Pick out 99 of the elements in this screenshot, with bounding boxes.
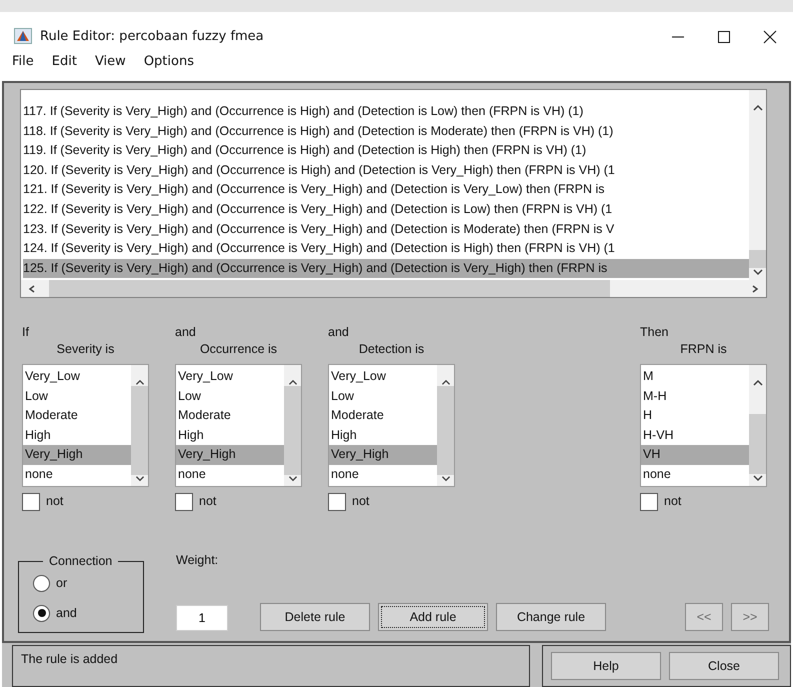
vertical-scrollbar[interactable] (749, 365, 766, 486)
not-checkbox[interactable] (175, 493, 193, 512)
connection-label: Connection (48, 554, 114, 568)
membership-option[interactable]: Very_High (329, 445, 437, 465)
close-icon[interactable] (763, 30, 777, 44)
scroll-down-icon[interactable] (440, 475, 450, 482)
radio-label: and (56, 606, 77, 620)
membership-option[interactable]: VH (641, 445, 749, 465)
scrollbar-thumb[interactable] (437, 386, 454, 476)
connector-label: If (22, 324, 29, 342)
membership-option[interactable]: High (329, 426, 437, 446)
scroll-up-icon[interactable] (752, 379, 762, 388)
rule-item[interactable]: 117. If (Severity is Very_High) and (Occurrence is High) and (Detection is Low) then (FRPN is VH) (1) (23, 102, 749, 122)
rule-item[interactable]: 123. If (Severity is Very_High) and (Occurrence is Very_High) and (Detection is Moderate) then (FRPN is V (23, 220, 749, 240)
scroll-down-icon[interactable] (288, 475, 298, 482)
membership-option[interactable]: H-VH (641, 426, 749, 446)
membership-option[interactable]: Very_Low (23, 367, 131, 387)
menu-item[interactable]: File (12, 54, 34, 69)
scroll-up-icon[interactable] (288, 379, 298, 386)
scroll-up-icon[interactable] (134, 379, 144, 386)
rule-button[interactable]: Delete rule (260, 603, 370, 631)
rule-list[interactable] (20, 89, 767, 298)
scrollbar-thumb[interactable] (49, 280, 610, 298)
vertical-scrollbar[interactable] (131, 365, 148, 486)
membership-option[interactable]: none (23, 464, 131, 484)
rule-item[interactable]: 118. If (Severity is Very_High) and (Occurrence is High) and (Detection is Moderate) then (FRPN is VH) (1) (23, 122, 749, 142)
membership-option[interactable]: High (23, 426, 131, 446)
scrollbar-thumb[interactable] (284, 386, 301, 476)
membership-option[interactable]: Moderate (23, 406, 131, 426)
connector-label: Then (640, 324, 668, 342)
app-icon (14, 28, 32, 44)
vertical-scrollbar[interactable] (437, 365, 454, 486)
membership-option[interactable]: Moderate (329, 406, 437, 426)
membership-option[interactable]: Low (23, 386, 131, 406)
radio-label: or (56, 576, 68, 590)
connector-label: and (175, 324, 196, 342)
rule-item[interactable]: 122. If (Severity is Very_High) and (Occurrence is Very_High) and (Detection is Low) then (FRPN is VH) (1 (23, 200, 749, 220)
not-label: not (46, 493, 64, 510)
scrollbar-thumb[interactable] (749, 414, 766, 474)
menu-item[interactable]: Options (144, 54, 194, 69)
membership-option[interactable]: Moderate (176, 406, 284, 426)
rule-item[interactable]: 121. If (Severity is Very_High) and (Occurrence is Very_High) and (Detection is Very_Low) then (FRPN is (23, 180, 749, 200)
membership-option[interactable]: none (329, 464, 437, 484)
radio-button[interactable] (33, 604, 50, 622)
dialog-button[interactable]: Help (551, 652, 661, 680)
rule-button[interactable]: Add rule (378, 603, 488, 631)
not-label: not (664, 493, 682, 510)
membership-list[interactable]: Very_Low Low Moderate High Very_High none (175, 364, 302, 488)
not-checkbox[interactable] (22, 493, 40, 512)
membership-option[interactable]: H (641, 406, 749, 426)
maximize-icon[interactable] (717, 30, 731, 44)
status-message: The rule is added (12, 645, 530, 687)
not-label: not (352, 493, 370, 510)
rule-item[interactable]: 125. If (Severity is Very_High) and (Occurrence is Very_High) and (Detection is Very_High) then (FRPN is (23, 258, 749, 278)
vertical-scrollbar[interactable] (749, 90, 766, 280)
membership-option[interactable]: Low (329, 386, 437, 406)
scroll-up-icon[interactable] (752, 104, 762, 112)
variable-label: Severity is (56, 341, 114, 358)
weight-field[interactable]: 1 (176, 605, 228, 631)
membership-option[interactable]: none (641, 464, 749, 484)
membership-option[interactable]: M (641, 367, 749, 387)
membership-option[interactable]: Very_High (23, 445, 131, 465)
variable-label: FRPN is (680, 341, 727, 358)
membership-list[interactable]: Very_Low Low Moderate High Very_High none (22, 364, 149, 488)
rule-button[interactable]: Change rule (496, 603, 606, 631)
window-title: Rule Editor: percobaan fuzzy fmea (40, 29, 265, 44)
horizontal-scrollbar[interactable] (21, 280, 766, 298)
vertical-scrollbar[interactable] (284, 365, 301, 486)
membership-option[interactable]: High (176, 426, 284, 446)
rule-item[interactable]: 124. If (Severity is Very_High) and (Occurrence is Very_High) and (Detection is High) then (FRPN is VH) (1 (23, 239, 749, 259)
not-checkbox[interactable] (640, 493, 658, 512)
membership-option[interactable]: M-H (641, 386, 749, 406)
rule-item[interactable]: 119. If (Severity is Very_High) and (Occurrence is High) and (Detection is High) then (FRPN is VH) (1) (23, 141, 749, 161)
membership-option[interactable]: Very_High (176, 445, 284, 465)
scroll-left-icon[interactable] (27, 284, 37, 293)
radio-button[interactable] (33, 574, 50, 592)
scroll-right-icon[interactable] (750, 284, 760, 293)
not-label: not (199, 493, 216, 510)
membership-option[interactable]: none (176, 464, 284, 484)
scrollbar-thumb[interactable] (131, 386, 148, 476)
connector-label: and (328, 324, 349, 342)
variable-label: Detection is (358, 341, 424, 358)
membership-list[interactable]: Very_Low Low Moderate High Very_High none (328, 364, 455, 488)
weight-label: Weight: (176, 552, 218, 569)
scrollbar-thumb[interactable] (749, 250, 766, 268)
menu-item[interactable]: Edit (52, 54, 77, 69)
membership-list[interactable]: M M-H H H-VH VH none (640, 364, 767, 488)
scroll-down-icon[interactable] (134, 475, 144, 482)
scroll-down-icon[interactable] (752, 474, 762, 482)
rule-item[interactable]: 120. If (Severity is Very_High) and (Occurrence is High) and (Detection is Very_High) then (FRPN is VH) (1 (23, 160, 749, 180)
variable-label: Occurrence is (200, 341, 278, 358)
menu-item[interactable]: View (94, 54, 126, 69)
membership-option[interactable]: Very_Low (176, 367, 284, 387)
membership-option[interactable]: Very_Low (329, 367, 437, 387)
dialog-button[interactable]: Close (669, 652, 779, 680)
membership-option[interactable]: Low (176, 386, 284, 406)
scroll-down-icon[interactable] (752, 268, 762, 276)
not-checkbox[interactable] (328, 493, 346, 512)
scroll-up-icon[interactable] (440, 379, 450, 386)
